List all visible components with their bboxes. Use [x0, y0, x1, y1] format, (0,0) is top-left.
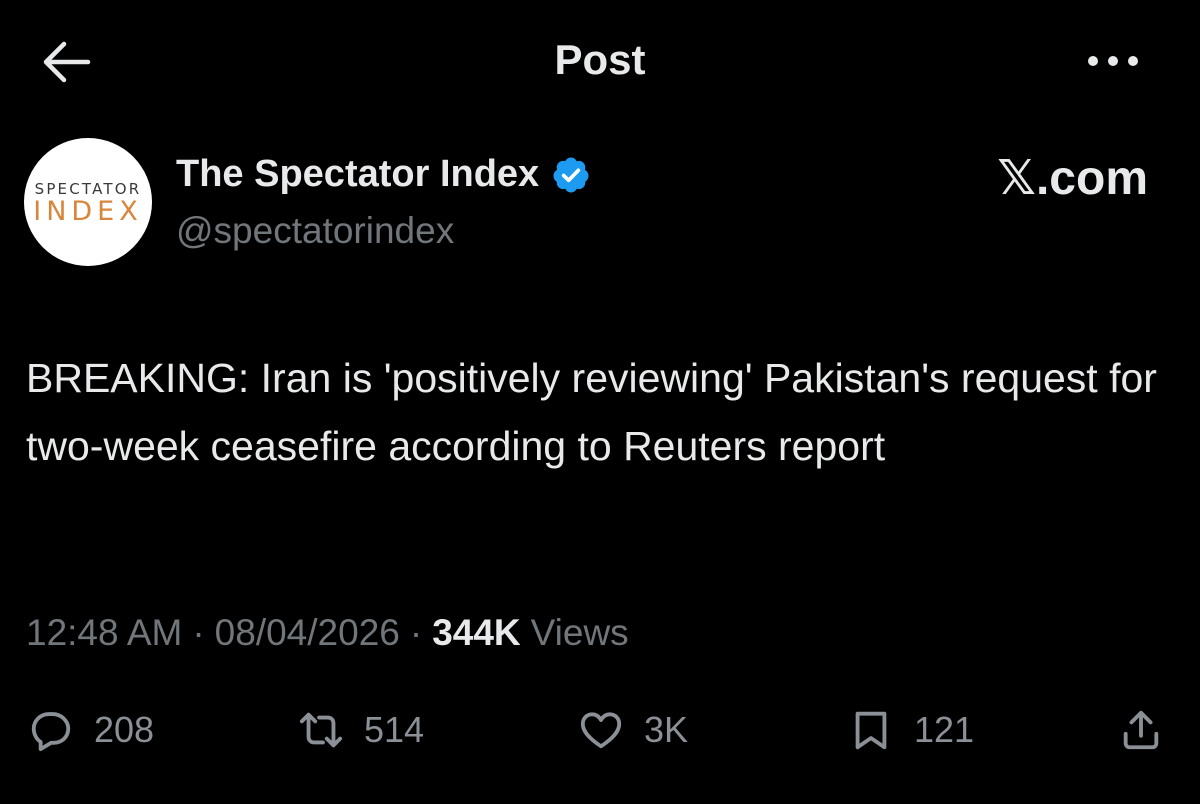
author-name-row: The Spectator Index [176, 153, 591, 196]
post-text: BREAKING: Iran is 'positively reviewing'… [26, 355, 1157, 469]
post-time: 12:48 AM [26, 612, 183, 653]
avatar[interactable]: SPECTATOR INDEX [24, 138, 152, 266]
like-icon [580, 712, 622, 749]
post-date: 08/04/2026 [214, 612, 400, 653]
views-count[interactable]: 344K [432, 612, 520, 654]
bookmark-button[interactable]: 121 [848, 700, 974, 760]
repost-icon [299, 712, 343, 748]
reply-icon [31, 712, 71, 752]
more-icon [1088, 56, 1138, 66]
more-options-button[interactable] [1084, 48, 1142, 74]
author-handle[interactable]: @spectatorindex [176, 210, 454, 252]
like-count: 3K [644, 709, 689, 750]
meta-separator: · [192, 612, 205, 653]
page-title: Post [554, 36, 646, 83]
post-meta: 12:48 AM · 08/04/2026 · 344K Views [26, 612, 629, 654]
repost-count: 514 [364, 709, 425, 750]
share-icon [1123, 710, 1159, 750]
author-name[interactable]: The Spectator Index [176, 153, 539, 196]
x-watermark: 𝕏.com [997, 152, 1148, 205]
meta-separator: · [409, 612, 423, 653]
avatar-logo-bottom: INDEX [33, 196, 143, 227]
share-button[interactable] [1118, 700, 1164, 760]
reply-button[interactable]: 208 [28, 700, 154, 760]
reply-count: 208 [94, 709, 155, 750]
action-bar: 208 514 3K 121 [0, 700, 1200, 760]
bookmark-count: 121 [914, 709, 975, 750]
views-label: Views [530, 612, 629, 653]
verified-badge-icon [553, 157, 589, 192]
repost-button[interactable]: 514 [298, 700, 424, 760]
top-bar: Post [0, 0, 1200, 120]
bookmark-icon [855, 711, 887, 750]
like-button[interactable]: 3K [578, 700, 688, 760]
